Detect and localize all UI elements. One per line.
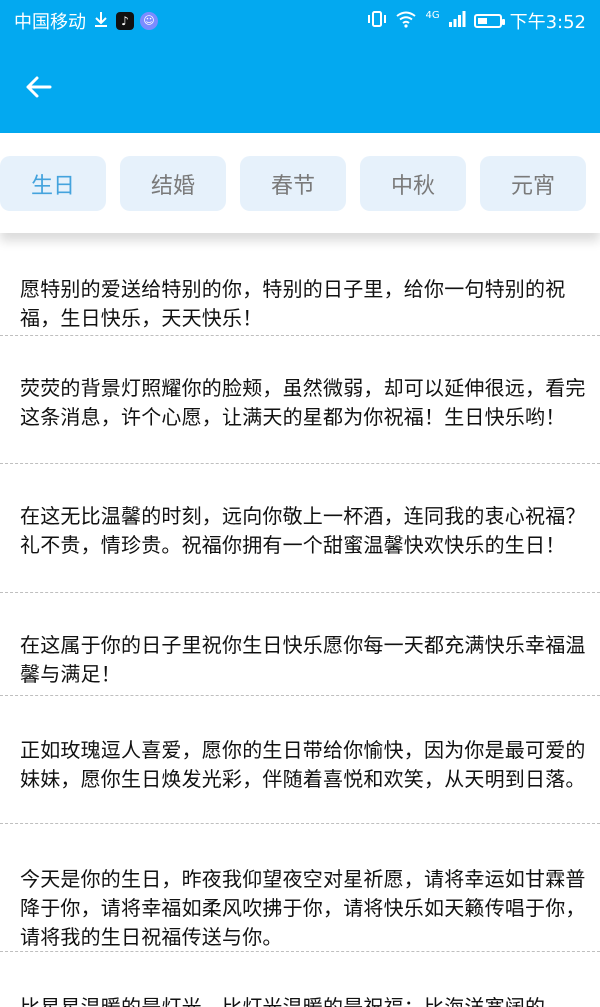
message-text: 在这属于你的日子里祝你生日快乐愿你每一天都充满快乐幸福温馨与满足！ (20, 633, 586, 686)
tab-label: 结婚 (150, 173, 195, 199)
list-item[interactable]: 在这属于你的日子里祝你生日快乐愿你每一天都充满快乐幸福温馨与满足！ (0, 593, 600, 696)
status-bar: 中国移动 ♪ ☺ 4G 下午3:52 (0, 0, 600, 40)
list-item[interactable]: 愿特别的爱送给特别的你，特别的日子里，给你一句特别的祝福，生日快乐，天天快乐！ (0, 240, 600, 336)
message-text: 今天是你的生日，昨夜我仰望夜空对星祈愿，请将幸运如甘霖普降于你，请将幸福如柔风吹… (20, 867, 586, 949)
tiktok-icon: ♪ (116, 12, 134, 30)
tab-spring-festival[interactable]: 春节 (240, 156, 346, 211)
battery-icon (473, 14, 505, 28)
list-item[interactable]: 正如玫瑰逗人喜爱，愿你的生日带给你愉快，因为你是最可爱的妹妹，愿你生日焕发光彩，… (0, 696, 600, 824)
vibrate-icon (367, 10, 387, 33)
app-notification-icon: ☺ (140, 12, 158, 30)
tab-label: 春节 (270, 173, 315, 199)
tab-wedding[interactable]: 结婚 (120, 156, 226, 211)
signal-icon (448, 10, 466, 33)
list-item[interactable]: 比星星温暖的是灯光，比灯光温暖的是祝福；比海洋宽阔的 (0, 952, 600, 1007)
tab-birthday[interactable]: 生日 (0, 156, 106, 211)
message-text: 荧荧的背景灯照耀你的脸颊，虽然微弱，却可以延伸很远，看完这条消息，许个心愿，让满… (20, 376, 586, 429)
category-tabs: 生日 结婚 春节 中秋 元宵 (0, 133, 600, 233)
back-button[interactable] (22, 70, 56, 104)
tab-label: 元宵 (510, 173, 555, 199)
list-item[interactable]: 荧荧的背景灯照耀你的脸颊，虽然微弱，却可以延伸很远，看完这条消息，许个心愿，让满… (0, 336, 600, 464)
carrier-label: 中国移动 (14, 12, 86, 33)
list-item[interactable]: 在这无比温馨的时刻，远向你敬上一杯酒，连同我的衷心祝福？礼不贵，情珍贵。祝福你拥… (0, 464, 600, 593)
app-header: 中国移动 ♪ ☺ 4G 下午3:52 (0, 0, 600, 133)
clock: 下午3:52 (509, 12, 586, 33)
tab-mid-autumn[interactable]: 中秋 (360, 156, 466, 211)
tab-lantern-festival[interactable]: 元宵 (480, 156, 586, 211)
tab-label: 中秋 (390, 173, 435, 199)
message-text: 正如玫瑰逗人喜爱，愿你的生日带给你愉快，因为你是最可爱的妹妹，愿你生日焕发光彩，… (20, 738, 586, 791)
wifi-icon (395, 10, 417, 33)
tab-label: 生日 (30, 173, 75, 199)
arrow-left-icon (26, 76, 52, 98)
network-type-label: 4G (425, 9, 440, 21)
message-list[interactable]: 愿特别的爱送给特别的你，特别的日子里，给你一句特别的祝福，生日快乐，天天快乐！ … (0, 240, 600, 1007)
message-text: 在这无比温馨的时刻，远向你敬上一杯酒，连同我的衷心祝福？礼不贵，情珍贵。祝福你拥… (20, 504, 586, 557)
message-text: 比星星温暖的是灯光，比灯光温暖的是祝福；比海洋宽阔的 (20, 995, 546, 1007)
download-icon (92, 10, 110, 33)
list-item[interactable]: 今天是你的生日，昨夜我仰望夜空对星祈愿，请将幸运如甘霖普降于你，请将幸福如柔风吹… (0, 824, 600, 952)
message-text: 愿特别的爱送给特别的你，特别的日子里，给你一句特别的祝福，生日快乐，天天快乐！ (20, 277, 566, 330)
